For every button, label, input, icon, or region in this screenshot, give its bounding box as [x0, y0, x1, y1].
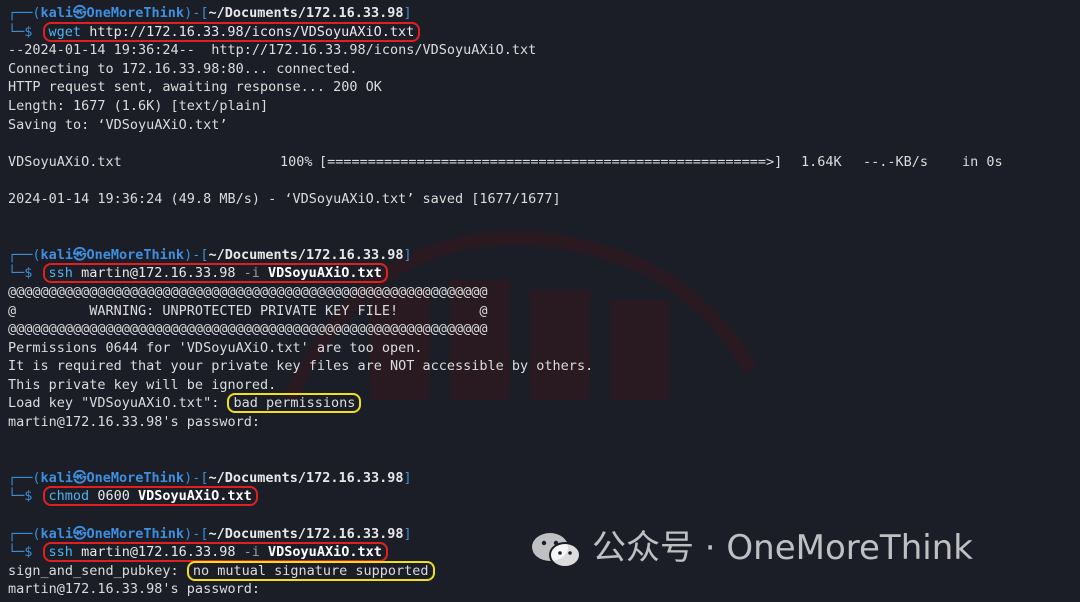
wget-command-highlight: wget http://172.16.33.98/icons/VDSoyuAXi…	[42, 21, 421, 42]
progress-rate: --.-KB/s	[863, 153, 929, 170]
progress-percent: 100%	[280, 153, 313, 170]
output-line: @@@@@@@@@@@@@@@@@@@@@@@@@@@@@@@@@@@@@@@@…	[8, 283, 488, 300]
command-line-wget: └─$ wget http://172.16.33.98/icons/VDSoy…	[8, 21, 1072, 42]
output-line: Connecting to 172.16.33.98:80... connect…	[8, 60, 358, 77]
watermark-text: 公众号 · OneMoreThink	[592, 528, 973, 568]
ssh-command-highlight-2: ssh martin@172.16.33.98 -i VDSoyuAXiO.tx…	[42, 542, 388, 563]
command-line-ssh: └─$ ssh martin@172.16.33.98 -i VDSoyuAXi…	[8, 263, 1072, 284]
password-prompt: martin@172.16.33.98's password:	[8, 414, 260, 431]
wechat-icon	[532, 532, 581, 568]
output-line: It is required that your private key fil…	[8, 358, 594, 375]
bad-permissions-highlight: bad permissions	[227, 393, 362, 414]
output-line: Length: 1677 (1.6K) [text/plain]	[8, 97, 269, 114]
progress-bar: [=======================================…	[319, 153, 783, 170]
terminal[interactable]: ┌──(kali㉿OneMoreThink)-[~/Documents/172.…	[8, 4, 1072, 602]
ssh-command-highlight: ssh martin@172.16.33.98 -i VDSoyuAXiO.tx…	[42, 263, 388, 284]
prompt-line: ┌──(kali㉿OneMoreThink)-[~/Documents/172.…	[8, 469, 412, 486]
prompt-line: ┌──(kali㉿OneMoreThink)-[~/Documents/172.…	[8, 5, 412, 21]
command-line-chmod: └─$ chmod 0600 VDSoyuAXiO.txt	[8, 486, 1072, 507]
output-line: HTTP request sent, awaiting response... …	[8, 79, 382, 96]
password-prompt-2: martin@172.16.33.98's password:	[8, 581, 260, 598]
output-line: Saving to: ‘VDSoyuAXiO.txt’	[8, 116, 228, 133]
progress-file: VDSoyuAXiO.txt	[8, 153, 122, 170]
output-line: Permissions 0644 for 'VDSoyuAXiO.txt' ar…	[8, 339, 423, 356]
progress-bar-fill: ========================================…	[327, 153, 775, 170]
progress-line: VDSoyuAXiO.txt 100% [=====================…	[8, 153, 1072, 172]
output-line: @@@@@@@@@@@@@@@@@@@@@@@@@@@@@@@@@@@@@@@@…	[8, 321, 488, 338]
output-line: This private key will be ignored.	[8, 376, 277, 393]
progress-size: 1.64K	[801, 153, 842, 170]
output-line: @ WARNING: UNPROTECTED PRIVATE KEY FILE!…	[8, 302, 488, 319]
output-line: --2024-01-14 19:36:24-- http://172.16.33…	[8, 42, 537, 59]
progress-time: in 0s	[962, 153, 1003, 170]
signature-error-highlight: no mutual signature supported	[186, 560, 435, 581]
load-key-line: Load key "VDSoyuAXiO.txt": bad permissio…	[8, 393, 1072, 414]
chmod-command-highlight: chmod 0600 VDSoyuAXiO.txt	[42, 486, 258, 507]
prompt-line: ┌──(kali㉿OneMoreThink)-[~/Documents/172.…	[8, 246, 412, 263]
output-line: 2024-01-14 19:36:24 (49.8 MB/s) - ‘VDSoy…	[8, 190, 561, 207]
watermark: 公众号 · OneMoreThink	[530, 520, 973, 570]
